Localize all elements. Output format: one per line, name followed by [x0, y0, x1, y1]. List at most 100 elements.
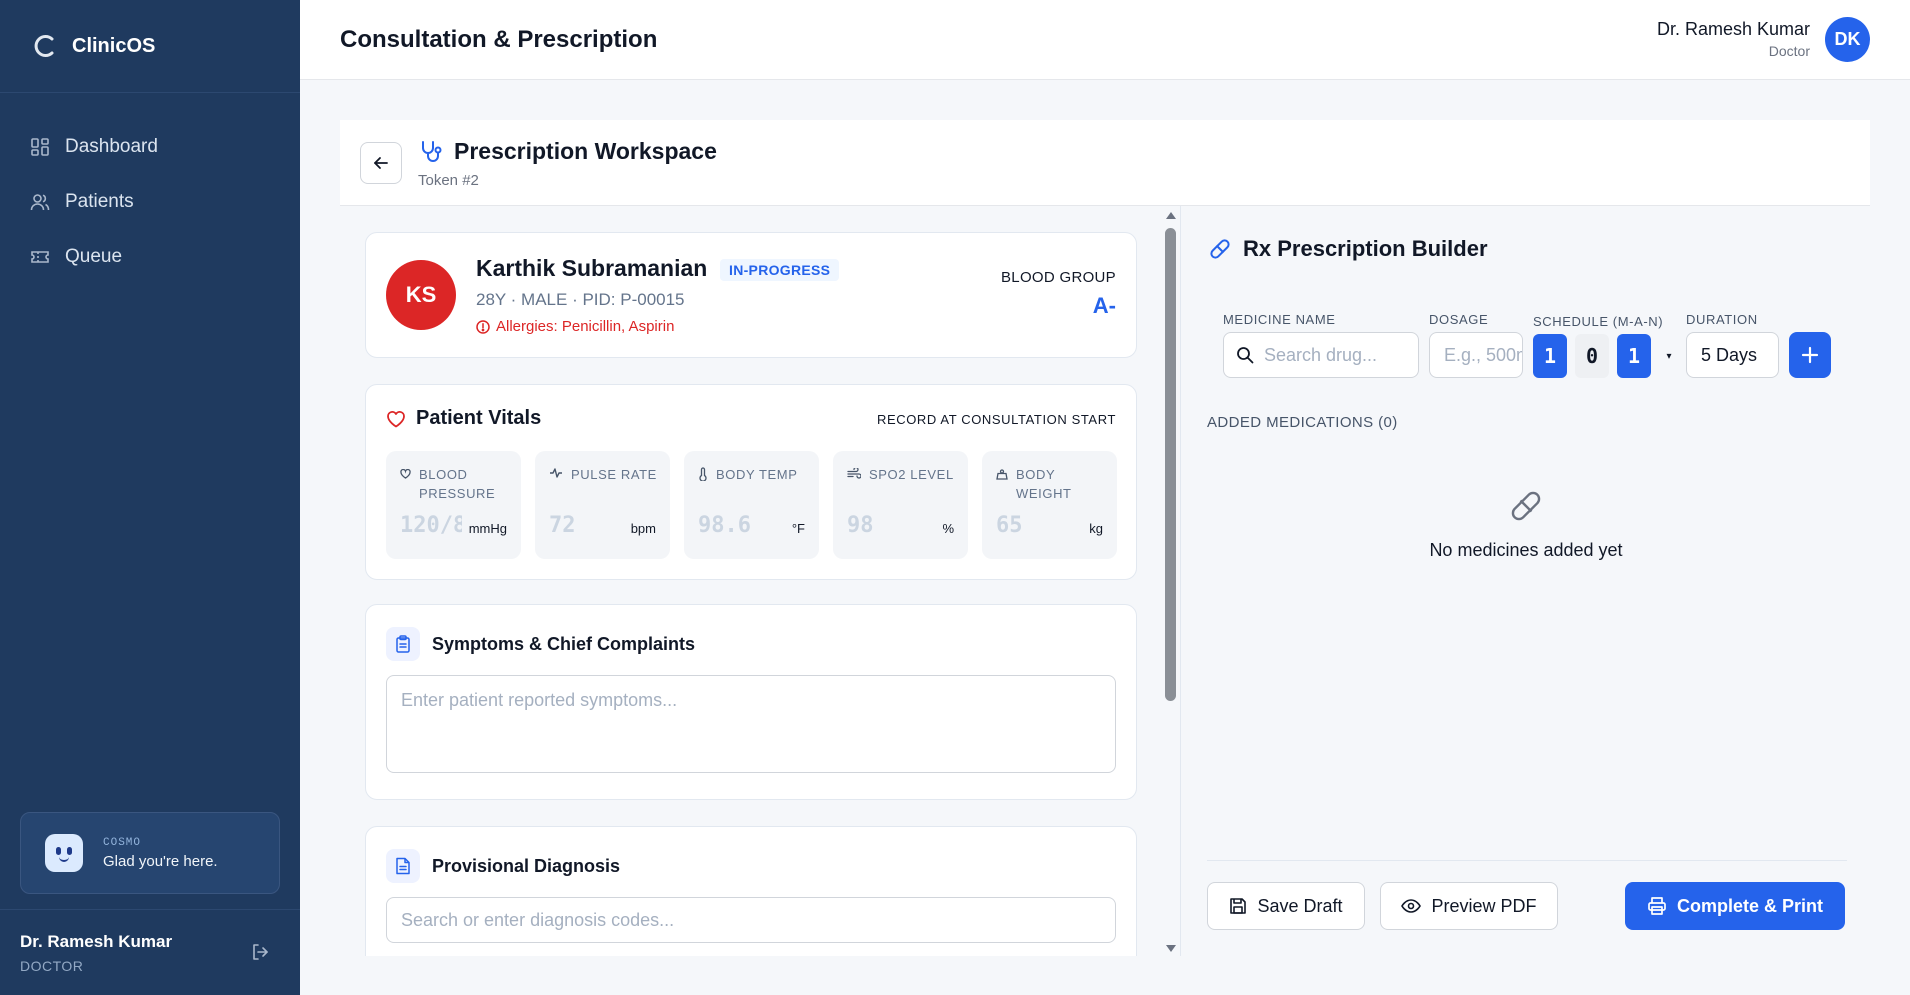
- plus-icon: [1800, 345, 1820, 365]
- heart-small-icon: [400, 469, 411, 479]
- vital-label: WEIGHT: [1016, 486, 1072, 501]
- back-button[interactable]: [360, 142, 402, 184]
- users-icon: [30, 192, 50, 212]
- pill-empty-icon: [1506, 486, 1546, 526]
- vital-input[interactable]: 72: [549, 513, 576, 538]
- dashboard-icon: [30, 137, 50, 157]
- empty-state: No medicines added yet: [1181, 486, 1871, 561]
- vital-input[interactable]: 98.6: [698, 513, 751, 538]
- vital-label: BODY TEMP: [716, 467, 798, 482]
- status-badge: IN-PROGRESS: [720, 259, 840, 281]
- scroll-thumb[interactable]: [1165, 228, 1176, 701]
- vital-input[interactable]: 65: [996, 513, 1023, 538]
- allergy-text: Allergies: Penicillin, Aspirin: [496, 318, 675, 335]
- clinicos-logo-icon: [32, 33, 58, 59]
- pill-icon: [1207, 236, 1233, 262]
- medicine-search-input[interactable]: Search drug...: [1223, 332, 1419, 378]
- ticket-icon: [30, 247, 50, 267]
- duration-input[interactable]: 5 Days: [1686, 332, 1779, 378]
- weight-icon: [996, 469, 1008, 480]
- patient-name: Karthik Subramanian: [476, 255, 708, 281]
- vital-spo2[interactable]: SPO2 LEVEL 98 %: [833, 451, 968, 559]
- vitals-header: Patient Vitals: [386, 407, 541, 430]
- preview-pdf-label: Preview PDF: [1431, 895, 1537, 916]
- vital-body-temp[interactable]: BODY TEMP 98.6 °F: [684, 451, 819, 559]
- cosmo-assistant-card[interactable]: COSMO Glad you're here.: [20, 812, 280, 894]
- vital-unit: mmHg: [468, 521, 507, 536]
- vital-blood-pressure[interactable]: BLOOD PRESSURE 120/80 mmHg: [386, 451, 521, 559]
- vital-unit: %: [942, 521, 954, 536]
- blood-group-label: BLOOD GROUP: [1001, 269, 1116, 286]
- dosage-label: DOSAGE: [1429, 312, 1489, 327]
- clipboard-icon: [386, 627, 420, 661]
- topbar-user-role: Doctor: [1768, 43, 1810, 59]
- diagnosis-header: Provisional Diagnosis: [386, 849, 620, 883]
- symptoms-textarea[interactable]: Enter patient reported symptoms...: [386, 675, 1116, 773]
- sidebar-item-patients[interactable]: Patients: [0, 174, 300, 229]
- sidebar-item-dashboard[interactable]: Dashboard: [0, 119, 300, 174]
- schedule-afternoon-toggle[interactable]: 0: [1575, 334, 1609, 378]
- vital-input[interactable]: 98: [847, 513, 874, 538]
- sidebar-item-label: Dashboard: [65, 135, 158, 157]
- complete-print-button[interactable]: Complete & Print: [1625, 882, 1845, 930]
- stethoscope-icon: [418, 139, 444, 165]
- preview-pdf-button[interactable]: Preview PDF: [1380, 882, 1558, 930]
- cosmo-message: Glad you're here.: [103, 852, 218, 870]
- vital-body-weight[interactable]: BODY WEIGHT 65 kg: [982, 451, 1117, 559]
- medicine-label: MEDICINE NAME: [1223, 312, 1336, 327]
- topbar: Consultation & Prescription Dr. Ramesh K…: [300, 0, 1910, 80]
- rx-header: Rx Prescription Builder: [1207, 236, 1488, 262]
- consultation-panel: KS Karthik Subramanian IN-PROGRESS 28Y ·…: [340, 206, 1180, 956]
- search-icon: [1236, 346, 1254, 364]
- added-medications-label: ADDED MEDICATIONS (0): [1207, 414, 1398, 431]
- duration-label: DURATION: [1686, 312, 1758, 327]
- save-icon: [1229, 897, 1247, 915]
- sidebar-user-name: Dr. Ramesh Kumar: [20, 932, 173, 951]
- prescription-builder: Rx Prescription Builder MEDICINE NAME DO…: [1180, 206, 1870, 956]
- schedule-selector: 1 0 1 ▾: [1533, 334, 1679, 378]
- activity-icon: [549, 467, 563, 479]
- file-text-icon: [386, 849, 420, 883]
- scroll-up-icon[interactable]: [1166, 212, 1176, 219]
- avatar[interactable]: DK: [1825, 17, 1870, 62]
- logout-icon[interactable]: [250, 942, 270, 962]
- eye-icon: [1401, 899, 1422, 913]
- add-medicine-button[interactable]: [1789, 332, 1831, 378]
- empty-state-text: No medicines added yet: [1429, 540, 1623, 560]
- schedule-label: SCHEDULE (M-A-N): [1533, 314, 1664, 329]
- left-panel-scrollbar[interactable]: [1163, 212, 1179, 952]
- vital-unit: °F: [791, 521, 805, 536]
- brand[interactable]: ClinicOS: [0, 0, 300, 93]
- symptoms-header: Symptoms & Chief Complaints: [386, 627, 695, 661]
- alert-circle-icon: [476, 319, 490, 334]
- vital-pulse-rate[interactable]: PULSE RATE 72 bpm: [535, 451, 670, 559]
- sidebar-nav: Dashboard Patients Queue: [0, 93, 300, 284]
- dosage-input[interactable]: E.g., 500mg: [1429, 332, 1523, 378]
- vitals-grid: BLOOD PRESSURE 120/80 mmHg PULSE RATE 72 …: [386, 451, 1117, 559]
- schedule-dropdown-icon[interactable]: ▾: [1659, 351, 1679, 362]
- patient-meta: 28Y · MALE · PID: P-00015: [476, 290, 685, 309]
- vital-unit: kg: [1089, 521, 1103, 536]
- vital-label: BODY: [1016, 467, 1056, 482]
- schedule-morning-toggle[interactable]: 1: [1533, 334, 1567, 378]
- vital-label: SPO2 LEVEL: [869, 467, 954, 482]
- vital-label: PULSE RATE: [571, 467, 657, 482]
- sidebar-item-label: Patients: [65, 190, 134, 212]
- patient-avatar: KS: [386, 260, 456, 330]
- workspace-title-row: Prescription Workspace: [418, 138, 717, 165]
- save-draft-label: Save Draft: [1257, 895, 1343, 916]
- symptoms-title: Symptoms & Chief Complaints: [432, 633, 696, 654]
- symptoms-card: Symptoms & Chief Complaints Enter patien…: [365, 604, 1137, 800]
- diagnosis-search-input[interactable]: Search or enter diagnosis codes...: [386, 897, 1116, 943]
- printer-icon: [1647, 896, 1667, 916]
- vital-input[interactable]: 120/80: [400, 513, 462, 538]
- schedule-night-toggle[interactable]: 1: [1617, 334, 1651, 378]
- save-draft-button[interactable]: Save Draft: [1207, 882, 1365, 930]
- vitals-record-note: RECORD AT CONSULTATION START: [876, 412, 1116, 427]
- sidebar-item-queue[interactable]: Queue: [0, 229, 300, 284]
- token-number: Token #2: [418, 172, 479, 189]
- actions-divider: [1207, 860, 1847, 861]
- scroll-down-icon[interactable]: [1166, 945, 1176, 952]
- vitals-title: Patient Vitals: [416, 407, 542, 429]
- cosmo-robot-icon: [45, 834, 83, 872]
